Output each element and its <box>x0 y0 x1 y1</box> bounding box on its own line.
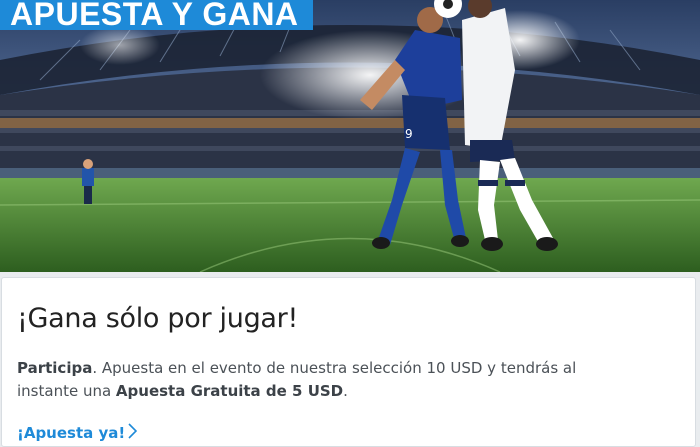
promo-heading: ¡Gana sólo por jugar! <box>17 303 298 334</box>
promo-description: Participa. Apuesta en el evento de nuest… <box>17 357 637 403</box>
promo-end-text: . <box>343 382 348 400</box>
participa-label: Participa <box>17 359 93 377</box>
stadium-illustration: 9 <box>0 0 700 272</box>
banner-title: APUESTA Y GANA <box>10 0 299 32</box>
bonus-label: Apuesta Gratuita de 5 USD <box>115 382 344 400</box>
apuesta-ya-link[interactable]: ¡Apuesta ya! <box>17 423 138 443</box>
chevron-right-icon <box>128 423 138 443</box>
jersey-number: 9 <box>405 127 413 141</box>
cta-label: ¡Apuesta ya! <box>17 424 126 442</box>
promo-banner-label: APUESTA Y GANA <box>0 0 313 30</box>
promo-card: ¡Gana sólo por jugar! Participa. Apuesta… <box>1 277 696 447</box>
hero-banner: 9 APUESTA Y GANA <box>0 0 700 272</box>
